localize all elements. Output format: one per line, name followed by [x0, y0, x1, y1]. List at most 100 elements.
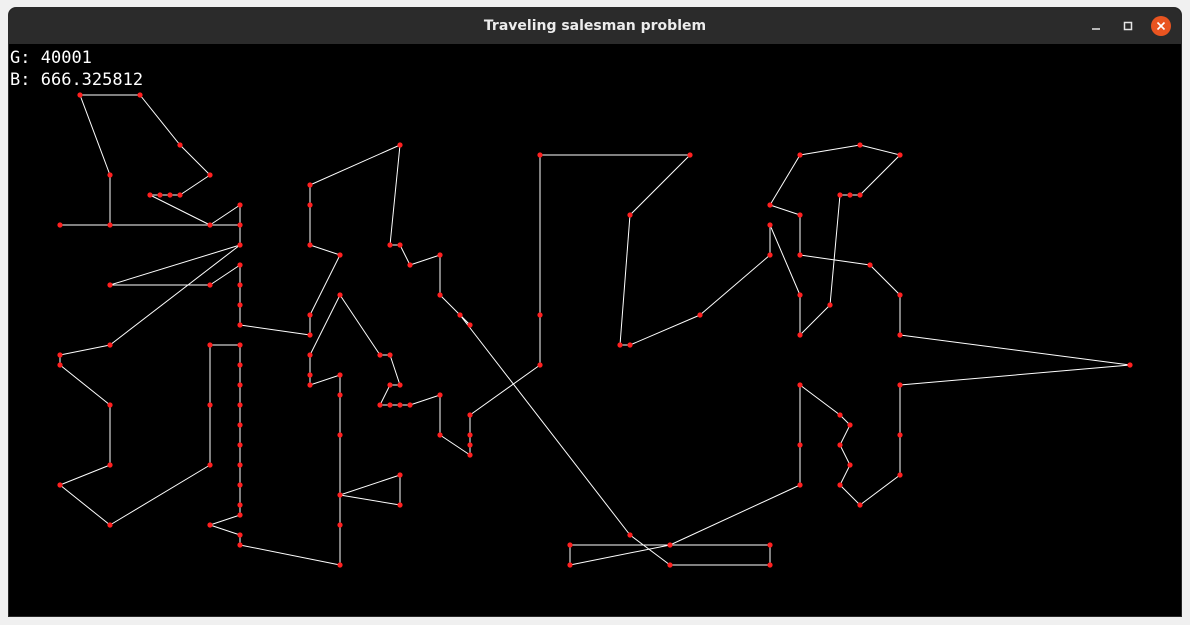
city-point	[797, 212, 803, 218]
city-point	[837, 412, 843, 418]
city-point	[57, 352, 63, 358]
city-point	[667, 562, 673, 568]
city-point	[767, 562, 773, 568]
tour-edge	[769, 154, 801, 206]
city-point	[237, 402, 243, 408]
city-point	[797, 442, 803, 448]
city-point	[847, 422, 853, 428]
city-point	[827, 302, 833, 308]
city-point	[337, 492, 343, 498]
city-point	[207, 522, 213, 528]
city-point	[397, 472, 403, 478]
city-point	[797, 332, 803, 338]
city-point	[237, 242, 243, 248]
city-point	[387, 352, 393, 358]
city-point	[207, 462, 213, 468]
city-point	[387, 242, 393, 248]
city-point	[307, 372, 313, 378]
city-point	[397, 402, 403, 408]
tour-edge	[109, 244, 241, 346]
city-point	[847, 462, 853, 468]
city-point	[397, 142, 403, 148]
city-point	[857, 192, 863, 198]
city-point	[307, 312, 313, 318]
city-point	[337, 292, 343, 298]
city-point	[147, 192, 153, 198]
city-point	[337, 522, 343, 528]
city-point	[307, 182, 313, 188]
city-point	[107, 172, 113, 178]
city-point	[237, 442, 243, 448]
tour-edge	[899, 334, 1131, 366]
city-point	[237, 512, 243, 518]
minimize-icon	[1092, 28, 1100, 30]
city-point	[237, 482, 243, 488]
tour-edge	[309, 294, 341, 356]
city-point	[767, 202, 773, 208]
tour-edge	[799, 304, 831, 336]
generation-label: G:	[10, 48, 31, 68]
city-point	[177, 192, 183, 198]
city-point	[207, 282, 213, 288]
city-point	[467, 442, 473, 448]
city-point	[237, 362, 243, 368]
close-icon	[1156, 21, 1166, 31]
city-point	[307, 332, 313, 338]
city-point	[207, 342, 213, 348]
tour-edge	[629, 314, 701, 346]
city-point	[627, 532, 633, 538]
maximize-button[interactable]	[1118, 16, 1138, 36]
city-point	[337, 252, 343, 258]
tour-edge	[179, 174, 211, 196]
tour-edge	[209, 264, 241, 286]
city-point	[337, 372, 343, 378]
city-point	[307, 242, 313, 248]
city-point	[237, 262, 243, 268]
city-point	[457, 312, 463, 318]
city-point	[857, 142, 863, 148]
city-point	[617, 342, 623, 348]
city-point	[437, 392, 443, 398]
city-point	[867, 262, 873, 268]
city-point	[387, 402, 393, 408]
city-point	[377, 402, 383, 408]
tour-edge	[409, 394, 441, 406]
city-point	[837, 482, 843, 488]
tour-edge	[439, 434, 471, 456]
tour-edges	[59, 94, 1131, 566]
city-point	[397, 502, 403, 508]
city-point	[437, 252, 443, 258]
city-point	[207, 172, 213, 178]
minimize-button[interactable]	[1086, 16, 1106, 36]
tour-edge	[79, 94, 111, 176]
city-point	[337, 392, 343, 398]
city-point	[107, 222, 113, 228]
tour-edge	[389, 354, 401, 386]
best-label: B:	[10, 70, 31, 90]
city-point	[387, 382, 393, 388]
generation-value: 40001	[40, 48, 92, 68]
tour-edge	[239, 324, 311, 336]
tour-edge	[389, 144, 401, 246]
city-point	[57, 482, 63, 488]
tour-edge	[859, 474, 901, 506]
tour-edge	[59, 344, 111, 356]
city-point	[767, 222, 773, 228]
city-point	[207, 402, 213, 408]
tour-edge	[769, 224, 801, 296]
close-button[interactable]	[1151, 16, 1171, 36]
tour-edge	[209, 514, 241, 526]
city-point	[237, 422, 243, 428]
tour-edge	[339, 294, 381, 356]
city-point	[77, 92, 83, 98]
tour-edge	[379, 384, 391, 406]
tsp-canvas[interactable]: G: 40001 B: 666.325812	[9, 44, 1181, 616]
city-point	[467, 452, 473, 458]
tour-edge	[309, 244, 341, 256]
tour-edge	[669, 484, 801, 546]
city-point	[897, 472, 903, 478]
tour-edge	[209, 204, 241, 226]
city-point	[57, 362, 63, 368]
title-bar[interactable]: Traveling salesman problem	[9, 8, 1181, 44]
tour-edge	[619, 214, 631, 346]
